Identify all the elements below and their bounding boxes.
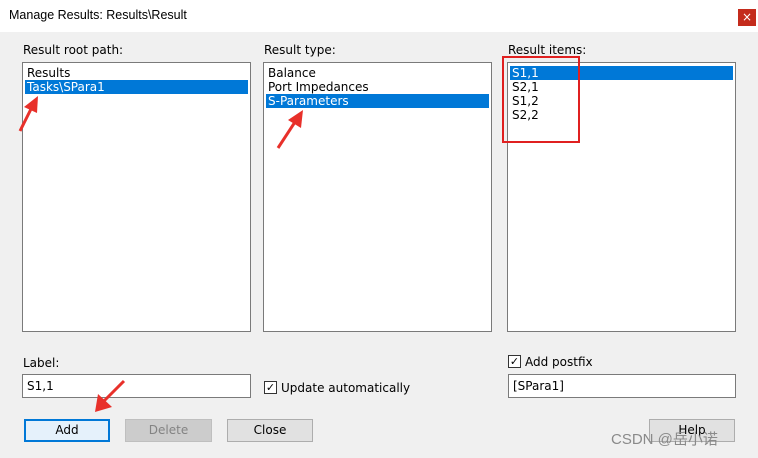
result-type-label: Result type: (264, 43, 336, 57)
postfix-input[interactable]: [SPara1] (508, 374, 736, 398)
add-postfix-checkbox[interactable]: ✓ (508, 355, 521, 368)
root-path-list[interactable]: Results Tasks\SPara1 (22, 62, 251, 332)
delete-button[interactable]: Delete (125, 419, 212, 442)
result-type-list[interactable]: Balance Port Impedances S-Parameters (263, 62, 492, 332)
checkmark-icon: ✓ (509, 355, 520, 368)
label-input[interactable]: S1,1 (22, 374, 251, 398)
close-icon: × (741, 10, 753, 24)
root-path-item-tasks-spara1[interactable]: Tasks\SPara1 (25, 80, 248, 94)
root-path-label: Result root path: (23, 43, 124, 57)
window-title: Manage Results: Results\Result (9, 8, 187, 22)
update-automatically-checkbox[interactable]: ✓ (264, 381, 277, 394)
close-button[interactable]: Close (227, 419, 313, 442)
annotation-highlight-box (502, 56, 580, 143)
title-bar: Manage Results: Results\Result × (0, 0, 758, 32)
result-type-item-balance[interactable]: Balance (266, 66, 489, 80)
result-type-item-port-impedances[interactable]: Port Impedances (266, 80, 489, 94)
root-path-item-results[interactable]: Results (25, 66, 248, 80)
add-postfix-label: Add postfix (525, 355, 593, 369)
add-button[interactable]: Add (24, 419, 110, 442)
label-field-label: Label: (23, 356, 60, 370)
result-type-item-s-parameters[interactable]: S-Parameters (266, 94, 489, 108)
checkmark-icon: ✓ (265, 381, 276, 394)
close-window-button[interactable]: × (738, 9, 756, 26)
result-items-label: Result items: (508, 43, 587, 57)
update-automatically-label: Update automatically (281, 381, 411, 395)
watermark-text: CSDN @岳小诺 (611, 431, 718, 448)
